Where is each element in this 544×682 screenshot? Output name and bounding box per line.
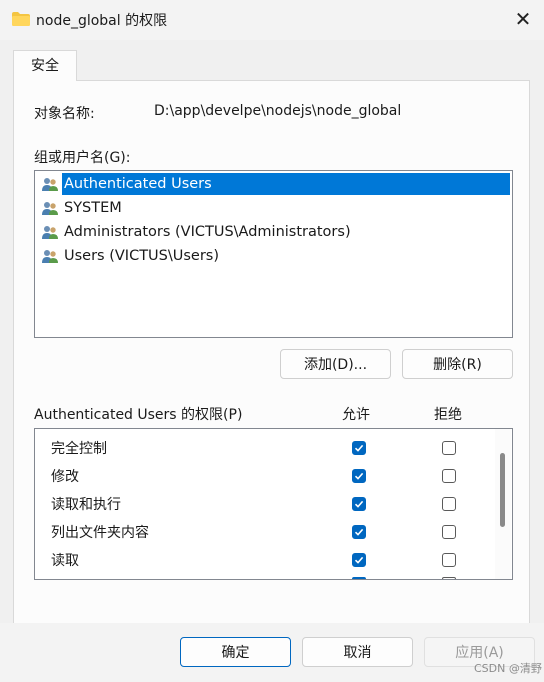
partial-checkbox	[442, 577, 456, 579]
permission-name: 读取和执行	[51, 497, 121, 513]
remove-button[interactable]: 删除(R)	[402, 349, 513, 379]
deny-checkbox[interactable]	[442, 553, 456, 567]
permissions-title: Authenticated Users 的权限(P)	[34, 407, 243, 423]
users-icon	[42, 178, 58, 191]
permission-row: 列出文件夹内容	[35, 518, 495, 546]
object-name-value: D:\app\develpe\nodejs\node_global	[154, 103, 402, 119]
folder-icon	[12, 12, 30, 26]
permission-row: 读取	[35, 546, 495, 574]
close-icon: ✕	[514, 7, 532, 31]
users-icon	[42, 250, 58, 263]
list-item-label: SYSTEM	[64, 200, 122, 216]
ok-button[interactable]: 确定	[180, 637, 291, 667]
allow-checkbox[interactable]	[352, 497, 366, 511]
list-item-label: Users (VICTUS\Users)	[64, 248, 220, 264]
allow-column-header: 允许	[342, 407, 370, 423]
window-title: node_global 的权限	[36, 13, 168, 29]
security-panel: 对象名称: D:\app\develpe\nodejs\node_global …	[13, 80, 530, 624]
deny-checkbox[interactable]	[442, 469, 456, 483]
partial-checkbox	[352, 577, 366, 579]
permission-row: 读取和执行	[35, 490, 495, 518]
list-item[interactable]: Authenticated Users	[39, 173, 510, 195]
list-item[interactable]: Users (VICTUS\Users)	[39, 245, 509, 267]
users-icon	[42, 226, 58, 239]
list-item-label: Authenticated Users	[62, 173, 510, 195]
group-user-list[interactable]: Authenticated Users SYSTEM Administrator…	[34, 170, 513, 338]
watermark: CSDN @清野	[474, 662, 542, 675]
close-button[interactable]: ✕	[510, 6, 536, 32]
permission-row: 修改	[35, 462, 495, 490]
add-button[interactable]: 添加(D)...	[280, 349, 391, 379]
tab-security[interactable]: 安全	[13, 50, 77, 81]
allow-checkbox[interactable]	[352, 469, 366, 483]
deny-checkbox[interactable]	[442, 497, 456, 511]
list-item-label: Administrators (VICTUS\Administrators)	[64, 224, 351, 240]
allow-checkbox[interactable]	[352, 553, 366, 567]
users-icon	[42, 202, 58, 215]
permission-name: 读取	[51, 553, 79, 569]
permission-row: 完全控制	[35, 434, 495, 462]
list-item[interactable]: SYSTEM	[39, 197, 509, 219]
allow-checkbox[interactable]	[352, 441, 366, 455]
dialog-footer: 确定 取消 应用(A)	[0, 623, 544, 682]
deny-checkbox[interactable]	[442, 441, 456, 455]
permissions-scrollbar[interactable]	[495, 429, 511, 579]
cancel-button[interactable]: 取消	[302, 637, 413, 667]
deny-checkbox[interactable]	[442, 525, 456, 539]
deny-column-header: 拒绝	[434, 407, 462, 423]
group-list-label: 组或用户名(G):	[34, 150, 131, 166]
object-name-label: 对象名称:	[34, 106, 95, 122]
permission-name: 完全控制	[51, 441, 107, 457]
list-item[interactable]: Administrators (VICTUS\Administrators)	[39, 221, 509, 243]
permission-name: 修改	[51, 469, 79, 485]
title-bar: node_global 的权限 ✕	[0, 0, 544, 40]
permission-name: 列出文件夹内容	[51, 525, 149, 541]
allow-checkbox[interactable]	[352, 525, 366, 539]
permissions-list: 完全控制修改读取和执行列出文件夹内容 读取	[34, 428, 513, 580]
scrollbar-thumb[interactable]	[500, 453, 505, 527]
